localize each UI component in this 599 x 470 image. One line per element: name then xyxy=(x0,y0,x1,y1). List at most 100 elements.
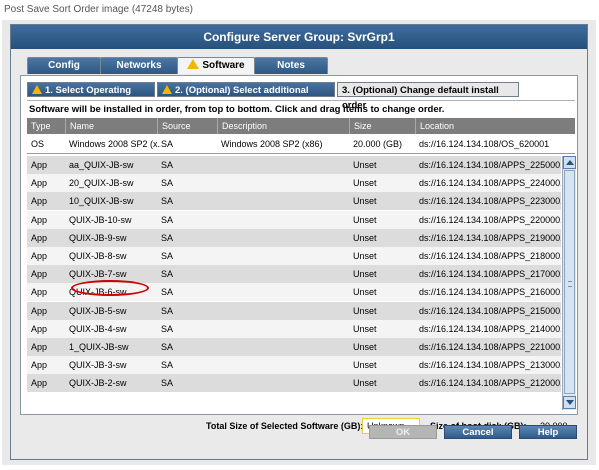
table-row[interactable]: App QUIX-JB-9-sw SA Unset ds://16.124.134.10… xyxy=(27,228,561,247)
table-row[interactable]: App 10_QUIX-JB-sw SA Unset ds://16.124.134.1… xyxy=(27,192,561,211)
app-name: 1_QUIX-JB-sw xyxy=(69,342,129,352)
table-row[interactable]: App QUIX-JB-8-sw SA Unset ds://16.124.134.10… xyxy=(27,247,561,265)
dialog-title: Configure Server Group: SvrGrp1 xyxy=(11,25,587,49)
tab-config[interactable]: Config xyxy=(27,57,101,74)
chevron-down-icon[interactable] xyxy=(563,396,576,409)
col-size[interactable]: Size xyxy=(349,118,415,134)
app-location: ds://16.124.134.108/APPS_2230001 xyxy=(419,196,561,207)
app-size: Unset xyxy=(353,323,377,334)
app-source: SA xyxy=(161,360,174,371)
app-size: Unset xyxy=(353,160,377,170)
software-panel: 1. Select Operating System 2. (Optional)… xyxy=(20,75,578,415)
os-source: SA xyxy=(161,139,174,149)
app-location: ds://16.124.134.108/APPS_2180001 xyxy=(419,251,561,261)
subtab-select-additional-software[interactable]: 2. (Optional) Select additional software xyxy=(157,82,335,111)
app-location: ds://16.124.134.108/APPS_2240001 xyxy=(419,178,561,189)
app-name: 10_QUIX-JB-sw xyxy=(69,196,134,207)
app-type: App xyxy=(31,360,48,371)
scrollbar[interactable] xyxy=(562,156,576,410)
app-size: Unset xyxy=(353,196,377,207)
col-description[interactable]: Description xyxy=(217,118,349,134)
app-size: Unset xyxy=(353,214,377,225)
subtab-select-os[interactable]: 1. Select Operating System xyxy=(27,82,155,111)
chevron-up-icon[interactable] xyxy=(563,156,576,169)
app-type: App xyxy=(31,378,48,389)
warning-icon xyxy=(32,85,42,94)
table-row[interactable]: App QUIX-JB-2-sw SA Unset ds://16.124.134.10… xyxy=(27,374,561,393)
app-location: ds://16.124.134.108/APPS_2140001 xyxy=(419,323,561,334)
app-type: App xyxy=(31,287,48,298)
subtab-change-install-order[interactable]: 3. (Optional) Change default install ord… xyxy=(337,82,519,111)
app-source: SA xyxy=(161,196,174,207)
os-location: ds://16.124.134.108/OS_620001 xyxy=(419,139,550,149)
app-type: App xyxy=(31,232,48,243)
col-name[interactable]: Name xyxy=(65,118,157,134)
app-source: SA xyxy=(161,287,174,298)
app-type: App xyxy=(31,305,48,316)
app-source: SA xyxy=(161,214,174,225)
app-location: ds://16.124.134.108/APPS_2150001 xyxy=(419,305,561,316)
app-size: Unset xyxy=(353,378,377,389)
os-row[interactable]: OS Windows 2008 SP2 (x... SA Windows 200… xyxy=(27,135,575,154)
table-row[interactable]: App QUIX-JB-3-sw SA Unset ds://16.124.134.10… xyxy=(27,356,561,375)
app-source: SA xyxy=(161,323,174,334)
main-tabs: Config Networks Software Notes xyxy=(11,57,587,75)
app-type: App xyxy=(31,251,48,261)
cancel-button[interactable]: Cancel xyxy=(444,425,512,439)
app-size: Unset xyxy=(353,342,377,352)
app-source: SA xyxy=(161,232,174,243)
app-type: App xyxy=(31,160,48,170)
app-source: SA xyxy=(161,251,174,261)
ok-button[interactable]: OK xyxy=(369,425,437,439)
app-name: QUIX-JB-9-sw xyxy=(69,232,127,243)
tab-networks[interactable]: Networks xyxy=(100,57,178,74)
app-type: App xyxy=(31,196,48,207)
table-row[interactable]: App QUIX-JB-4-sw SA Unset ds://16.124.134.10… xyxy=(27,319,561,338)
col-source[interactable]: Source xyxy=(157,118,217,134)
app-source: SA xyxy=(161,178,174,189)
software-subtabs: 1. Select Operating System 2. (Optional)… xyxy=(27,82,577,111)
app-source: SA xyxy=(161,305,174,316)
app-source: SA xyxy=(161,378,174,389)
highlight-annotation xyxy=(71,280,149,296)
configure-server-group-dialog: Configure Server Group: SvrGrp1 Config N… xyxy=(10,24,588,460)
app-location: ds://16.124.134.108/APPS_2170001 xyxy=(419,269,561,280)
col-location[interactable]: Location xyxy=(415,118,575,134)
app-source: SA xyxy=(161,160,174,170)
app-type: App xyxy=(31,269,48,280)
app-location: ds://16.124.134.108/APPS_2160001 xyxy=(419,287,561,298)
app-type: App xyxy=(31,214,48,225)
table-row[interactable]: App 20_QUIX-JB-sw SA Unset ds://16.124.134.1… xyxy=(27,174,561,193)
app-name: 20_QUIX-JB-sw xyxy=(69,178,134,189)
image-caption: Post Save Sort Order image (47248 bytes) xyxy=(4,4,193,15)
warning-icon xyxy=(187,59,200,69)
table-row[interactable]: App QUIX-JB-5-sw SA Unset ds://16.124.134.10… xyxy=(27,301,561,320)
app-size: Unset xyxy=(353,360,377,371)
tab-software[interactable]: Software xyxy=(177,57,255,74)
app-size: Unset xyxy=(353,305,377,316)
app-location: ds://16.124.134.108/APPS_2190001 xyxy=(419,232,561,243)
os-name: Windows 2008 SP2 (x... xyxy=(69,139,161,149)
scrollbar-thumb[interactable] xyxy=(564,170,575,394)
app-type: App xyxy=(31,323,48,334)
app-size: Unset xyxy=(353,178,377,189)
app-size: Unset xyxy=(353,287,377,298)
help-button[interactable]: Help xyxy=(519,425,577,439)
app-size: Unset xyxy=(353,251,377,261)
app-name: aa_QUIX-JB-sw xyxy=(69,160,134,170)
col-type[interactable]: Type xyxy=(27,118,65,134)
app-location: ds://16.124.134.108/APPS_2130001 xyxy=(419,360,561,371)
os-description: Windows 2008 SP2 (x86) xyxy=(221,139,323,149)
total-size-label: Total Size of Selected Software (GB): xyxy=(206,421,364,431)
table-row[interactable]: App 1_QUIX-JB-sw SA Unset ds://16.124.134.10… xyxy=(27,338,561,356)
app-type: App xyxy=(31,342,48,352)
table-row[interactable]: App aa_QUIX-JB-sw SA Unset ds://16.124.134.1… xyxy=(27,156,561,174)
table-row[interactable]: App QUIX-JB-10-sw SA Unset ds://16.124.134.1… xyxy=(27,210,561,229)
tab-software-label: Software xyxy=(202,60,245,71)
tab-notes[interactable]: Notes xyxy=(254,57,328,74)
warning-icon xyxy=(162,85,172,94)
instruction-text: Software will be installed in order, fro… xyxy=(27,100,575,117)
table-header: Type Name Source Description Size Locati… xyxy=(27,118,575,134)
app-size: Unset xyxy=(353,232,377,243)
app-source: SA xyxy=(161,342,174,352)
